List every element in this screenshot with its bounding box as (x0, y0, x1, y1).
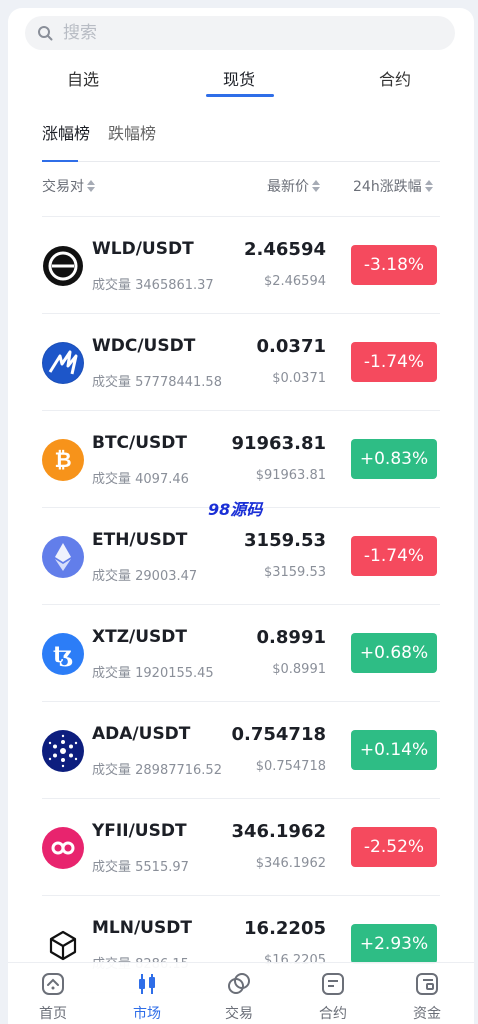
column-header: 交易对 最新价 24h涨跌幅 (42, 176, 440, 200)
sort-icon (312, 180, 320, 192)
volume-text: 成交量 4097.46 (92, 472, 189, 487)
market-row-btc[interactable]: ₿ BTC/USDT 成交量 4097.46 91963.81 $91963.8… (8, 411, 474, 508)
sort-by-pair[interactable]: 交易对 (42, 176, 95, 196)
ethereum-icon (42, 536, 84, 578)
change-badge[interactable]: -3.18% (351, 245, 437, 285)
market-row-eth[interactable]: ETH/USDT 成交量 29003.47 3159.53 $3159.53 -… (8, 508, 474, 605)
nav-home[interactable]: 首页 (23, 971, 83, 1023)
market-row-ada[interactable]: ADA/USDT 成交量 28987716.52 0.754718 $0.754… (8, 702, 474, 799)
pair-name: WDC/USDT (92, 336, 196, 356)
last-price: 346.1962 (231, 821, 326, 842)
change-badge[interactable]: -1.74% (351, 536, 437, 576)
usd-price: $3159.53 (263, 565, 326, 580)
last-price: 0.754718 (231, 724, 326, 745)
last-price: 91963.81 (231, 433, 326, 454)
sort-icon (87, 180, 95, 192)
tab-contract[interactable]: 合约 (379, 66, 411, 90)
contract-icon (322, 973, 344, 995)
tab-active-indicator (206, 94, 274, 97)
nav-trade-label: 交易 (225, 1006, 253, 1022)
nav-trade[interactable]: 交易 (209, 971, 269, 1023)
volume-text: 成交量 57778441.58 (92, 375, 222, 390)
pair-name: MLN/USDT (92, 918, 192, 938)
volume-text: 成交量 3465861.37 (92, 278, 214, 293)
usd-price: $91963.81 (255, 468, 326, 483)
nav-funds[interactable]: 资金 (397, 971, 457, 1023)
pair-name: BTC/USDT (92, 433, 187, 453)
nav-market-label: 市场 (133, 1006, 161, 1022)
bitcoin-icon: ₿ (42, 439, 84, 481)
svg-text:ꜩ: ꜩ (53, 642, 73, 668)
pair-name: WLD/USDT (92, 239, 194, 259)
worldcoin-icon (42, 245, 84, 287)
ranking-tabs: 涨幅榜 跌幅榜 (42, 120, 440, 162)
pair-name: ADA/USDT (92, 724, 191, 744)
market-row-yfii[interactable]: YFII/USDT 成交量 5515.97 346.1962 $346.1962… (8, 799, 474, 896)
last-price: 16.2205 (244, 918, 326, 939)
pair-name: YFII/USDT (92, 821, 187, 841)
nav-contract[interactable]: 合约 (303, 971, 363, 1023)
melon-icon (42, 924, 84, 966)
worldcoin-wdc-icon (42, 342, 84, 384)
tab-spot[interactable]: 现货 (223, 66, 255, 90)
tezos-icon: ꜩ (42, 633, 84, 675)
volume-text: 成交量 28987716.52 (92, 763, 222, 778)
nav-contract-label: 合约 (319, 1006, 347, 1022)
usd-price: $0.0371 (272, 371, 326, 386)
search-icon (38, 26, 53, 41)
search-input[interactable] (63, 23, 423, 43)
change-badge[interactable]: -2.52% (351, 827, 437, 867)
usd-price: $0.754718 (255, 759, 326, 774)
nav-home-label: 首页 (39, 1006, 67, 1022)
change-badge[interactable]: +0.68% (351, 633, 437, 673)
subtab-losers[interactable]: 跌幅榜 (108, 120, 156, 144)
volume-text: 成交量 5515.97 (92, 860, 189, 875)
search-bar[interactable] (25, 16, 455, 50)
volume-text: 成交量 29003.47 (92, 569, 198, 584)
svg-text:₿: ₿ (54, 448, 71, 472)
watermark: 98源码 (208, 500, 263, 519)
bottom-navigation: 首页 市场 交易 合约 资金 (8, 962, 474, 1024)
wallet-icon (416, 973, 438, 995)
usd-price: $346.1962 (255, 856, 326, 871)
last-price: 0.0371 (256, 336, 326, 357)
column-pair-label: 交易对 (42, 179, 84, 195)
sort-by-price[interactable]: 最新价 (267, 176, 320, 196)
sort-icon (424, 180, 433, 192)
usd-price: $2.46594 (263, 274, 326, 289)
tab-favorites[interactable]: 自选 (67, 66, 99, 90)
last-price: 2.46594 (244, 239, 326, 260)
change-badge[interactable]: +2.93% (351, 924, 437, 964)
trade-icon (228, 973, 250, 994)
nav-market[interactable]: 市场 (117, 971, 177, 1023)
change-badge[interactable]: +0.14% (351, 730, 437, 770)
subtab-gainers[interactable]: 涨幅榜 (42, 120, 90, 144)
market-row-wld[interactable]: WLD/USDT 成交量 3465861.37 2.46594 $2.46594… (8, 217, 474, 314)
cardano-icon (42, 730, 84, 772)
app-screen: 自选 现货 合约 涨幅榜 跌幅榜 交易对 最新价 24h涨跌幅 WLD/USDT… (8, 8, 474, 1024)
volume-text: 成交量 1920155.45 (92, 666, 214, 681)
column-price-label: 最新价 (267, 179, 309, 195)
market-icon (139, 974, 155, 994)
market-list: WLD/USDT 成交量 3465861.37 2.46594 $2.46594… (8, 217, 474, 993)
nav-funds-label: 资金 (413, 1006, 441, 1022)
pair-name: XTZ/USDT (92, 627, 187, 647)
change-badge[interactable]: +0.83% (351, 439, 437, 479)
change-badge[interactable]: -1.74% (351, 342, 437, 382)
subtab-active-indicator (42, 160, 78, 162)
market-tabs: 自选 现货 合约 (8, 64, 474, 104)
last-price: 3159.53 (244, 530, 326, 551)
yfii-icon (42, 827, 84, 869)
market-row-xtz[interactable]: ꜩ XTZ/USDT 成交量 1920155.45 0.8991 $0.8991… (8, 605, 474, 702)
market-row-wdc[interactable]: WDC/USDT 成交量 57778441.58 0.0371 $0.0371 … (8, 314, 474, 411)
last-price: 0.8991 (256, 627, 326, 648)
usd-price: $0.8991 (272, 662, 326, 677)
pair-name: ETH/USDT (92, 530, 188, 550)
home-icon (42, 973, 64, 995)
column-change-label: 24h涨跌幅 (353, 179, 422, 195)
sort-by-change[interactable]: 24h涨跌幅 (353, 176, 433, 196)
